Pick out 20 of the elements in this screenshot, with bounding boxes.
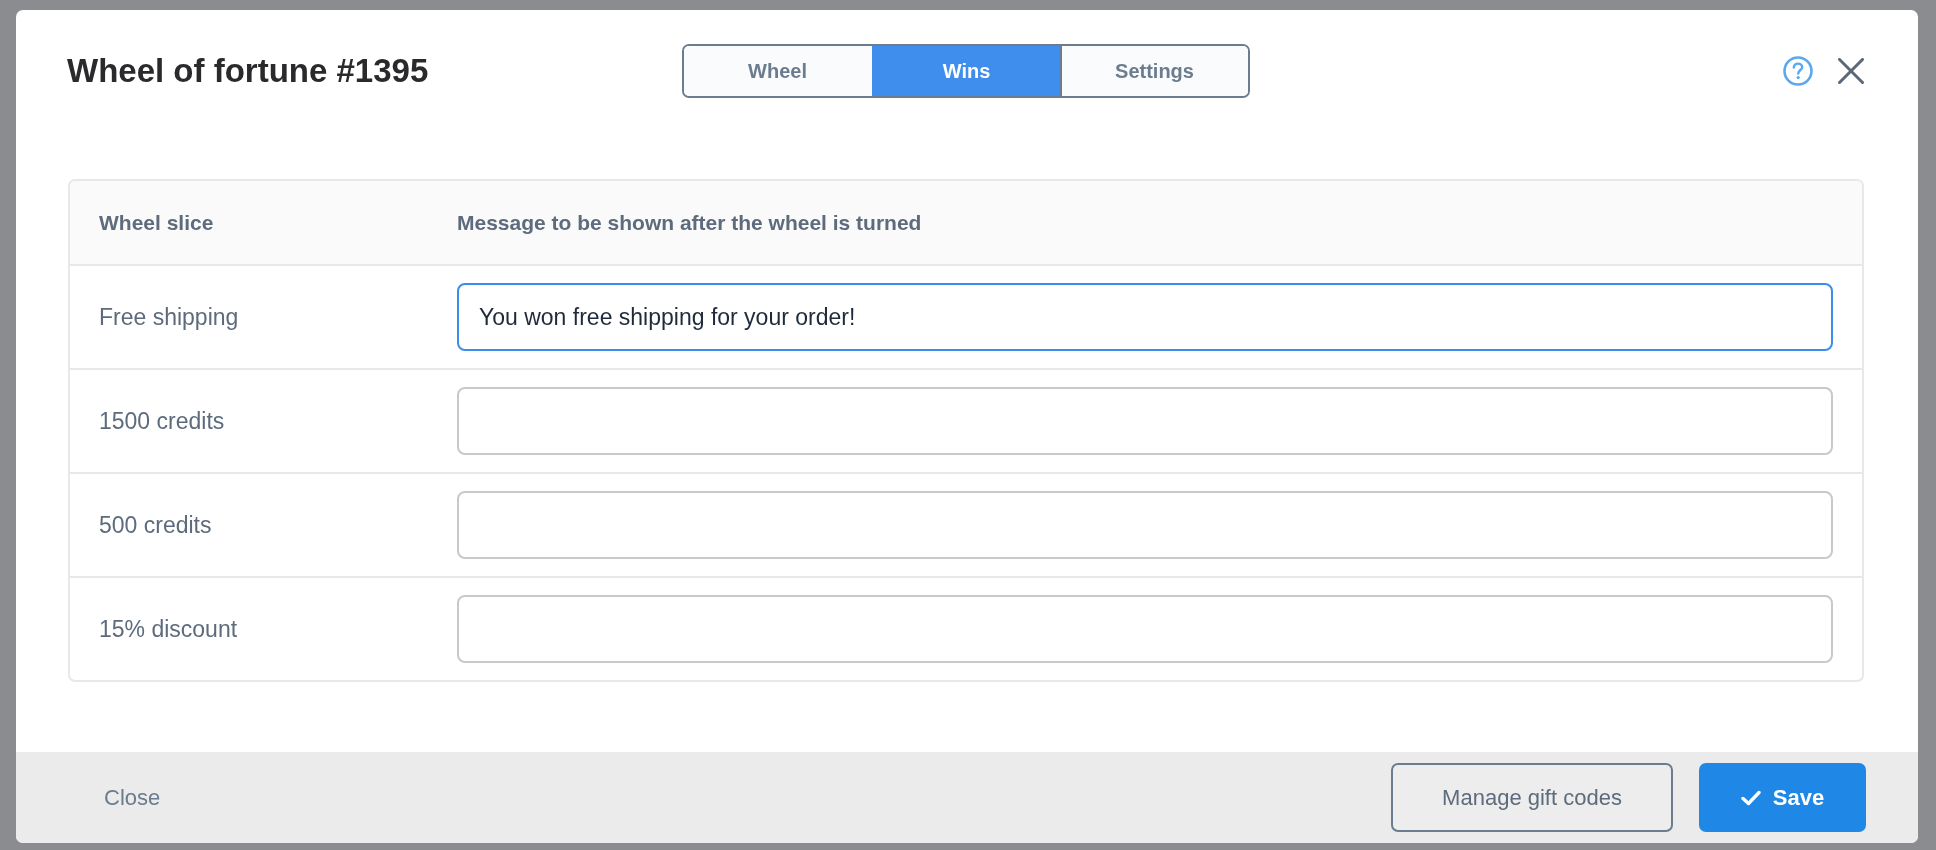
column-header: Message to be shown after the wheel is turned	[457, 210, 923, 235]
slice-name: Free shipping	[99, 303, 240, 331]
message-field[interactable]	[457, 387, 1833, 455]
check-icon	[1740, 789, 1761, 806]
column-header: Wheel slice	[99, 210, 215, 235]
gift-codes-button[interactable]: Manage gift codes	[1391, 763, 1673, 832]
message-field[interactable]	[457, 595, 1833, 663]
close-link[interactable]: Close	[104, 784, 161, 811]
tab[interactable]: Wins	[871, 46, 1060, 96]
dialog-title: Wheel of fortune #1395	[67, 52, 429, 90]
tab[interactable]: Wheel	[683, 46, 872, 96]
message-field[interactable]	[457, 491, 1833, 559]
slice-name: 1500 credits	[99, 407, 226, 435]
tab[interactable]: Settings	[1059, 46, 1248, 96]
help-icon[interactable]	[1783, 56, 1813, 86]
message-field[interactable]: You won free shipping for your order!	[457, 283, 1833, 351]
slice-name: 500 credits	[99, 511, 213, 539]
close-icon[interactable]	[1838, 58, 1864, 84]
save-button[interactable]: Save	[1699, 763, 1866, 832]
slice-name: 15% discount	[99, 615, 239, 643]
